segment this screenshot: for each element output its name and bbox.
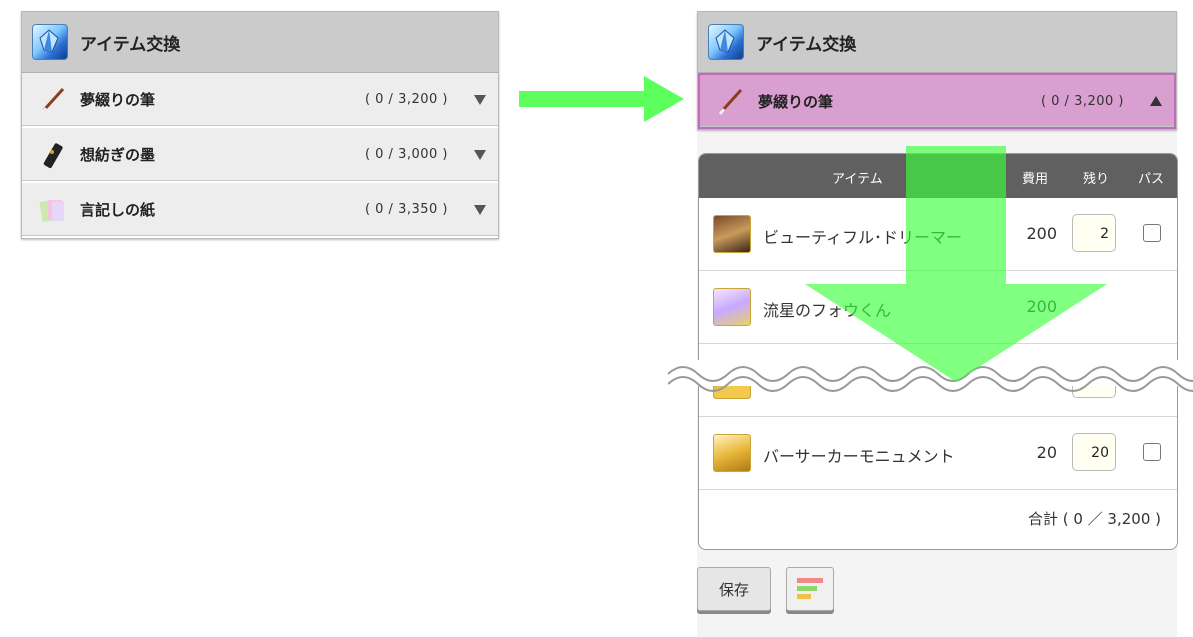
right-panel-title: アイテム交換 (756, 34, 857, 55)
pass-checkbox[interactable] (1143, 443, 1161, 461)
right-item-name: 夢綴りの筆 (758, 92, 834, 111)
sort-icon (797, 578, 823, 599)
table-row: バーサーカーモニュメント 20 20 (699, 417, 1177, 490)
item-name: バーサーカーモニュメント (763, 447, 955, 466)
left-exchange-panel: アイテム交換 夢綴りの筆 ( 0 / 3,200 ) 想紡ぎの墨 ( 0 / 3… (21, 11, 499, 239)
servant-card-icon (713, 215, 751, 253)
paper-icon (38, 195, 68, 225)
item-cost: 20 (1036, 443, 1057, 462)
left-item-row-ink[interactable]: 想紡ぎの墨 ( 0 / 3,000 ) (22, 128, 498, 183)
right-exchange-panel: アイテム交換 夢綴りの筆 ( 0 / 3,200 ) (697, 11, 1177, 130)
left-item-count: ( 0 / 3,200 ) (364, 92, 448, 107)
left-item-count: ( 0 / 3,350 ) (364, 202, 448, 217)
right-panel-header: アイテム交換 (698, 12, 1176, 73)
brush-icon (716, 86, 746, 116)
fou-icon (713, 288, 751, 326)
save-button[interactable]: 保存 (697, 567, 771, 611)
left-panel-header: アイテム交換 (22, 12, 498, 73)
crystal-icon (32, 24, 68, 60)
remaining-input[interactable]: 20 (1072, 433, 1116, 471)
total-label: 合計 ( 0 ／ 3,200 ) (1027, 510, 1161, 528)
brush-icon (38, 85, 68, 115)
right-item-row-selected[interactable]: 夢綴りの筆 ( 0 / 3,200 ) (698, 73, 1176, 129)
left-item-name: 想紡ぎの墨 (80, 146, 156, 164)
berserker-monument-icon (713, 434, 751, 472)
header-pass: パス (1138, 172, 1165, 187)
pass-checkbox[interactable] (1143, 224, 1161, 242)
chevron-down-icon[interactable] (474, 94, 486, 105)
crystal-icon (708, 24, 744, 60)
down-arrow-icon (805, 146, 1107, 382)
left-item-row-paper[interactable]: 言記しの紙 ( 0 / 3,350 ) (22, 183, 498, 238)
chevron-down-icon[interactable] (474, 149, 486, 160)
right-item-count: ( 0 / 3,200 ) (1040, 93, 1124, 109)
left-panel-title: アイテム交換 (80, 34, 181, 55)
left-item-row-brush[interactable]: 夢綴りの筆 ( 0 / 3,200 ) (22, 73, 498, 128)
chevron-down-icon[interactable] (474, 204, 486, 215)
left-item-name: 夢綴りの筆 (80, 91, 156, 109)
left-item-name: 言記しの紙 (80, 201, 156, 219)
right-arrow-icon (519, 76, 684, 122)
sort-button[interactable] (786, 567, 834, 611)
ink-icon (38, 140, 68, 170)
chevron-up-icon[interactable] (1150, 96, 1162, 106)
left-item-count: ( 0 / 3,000 ) (364, 147, 448, 162)
